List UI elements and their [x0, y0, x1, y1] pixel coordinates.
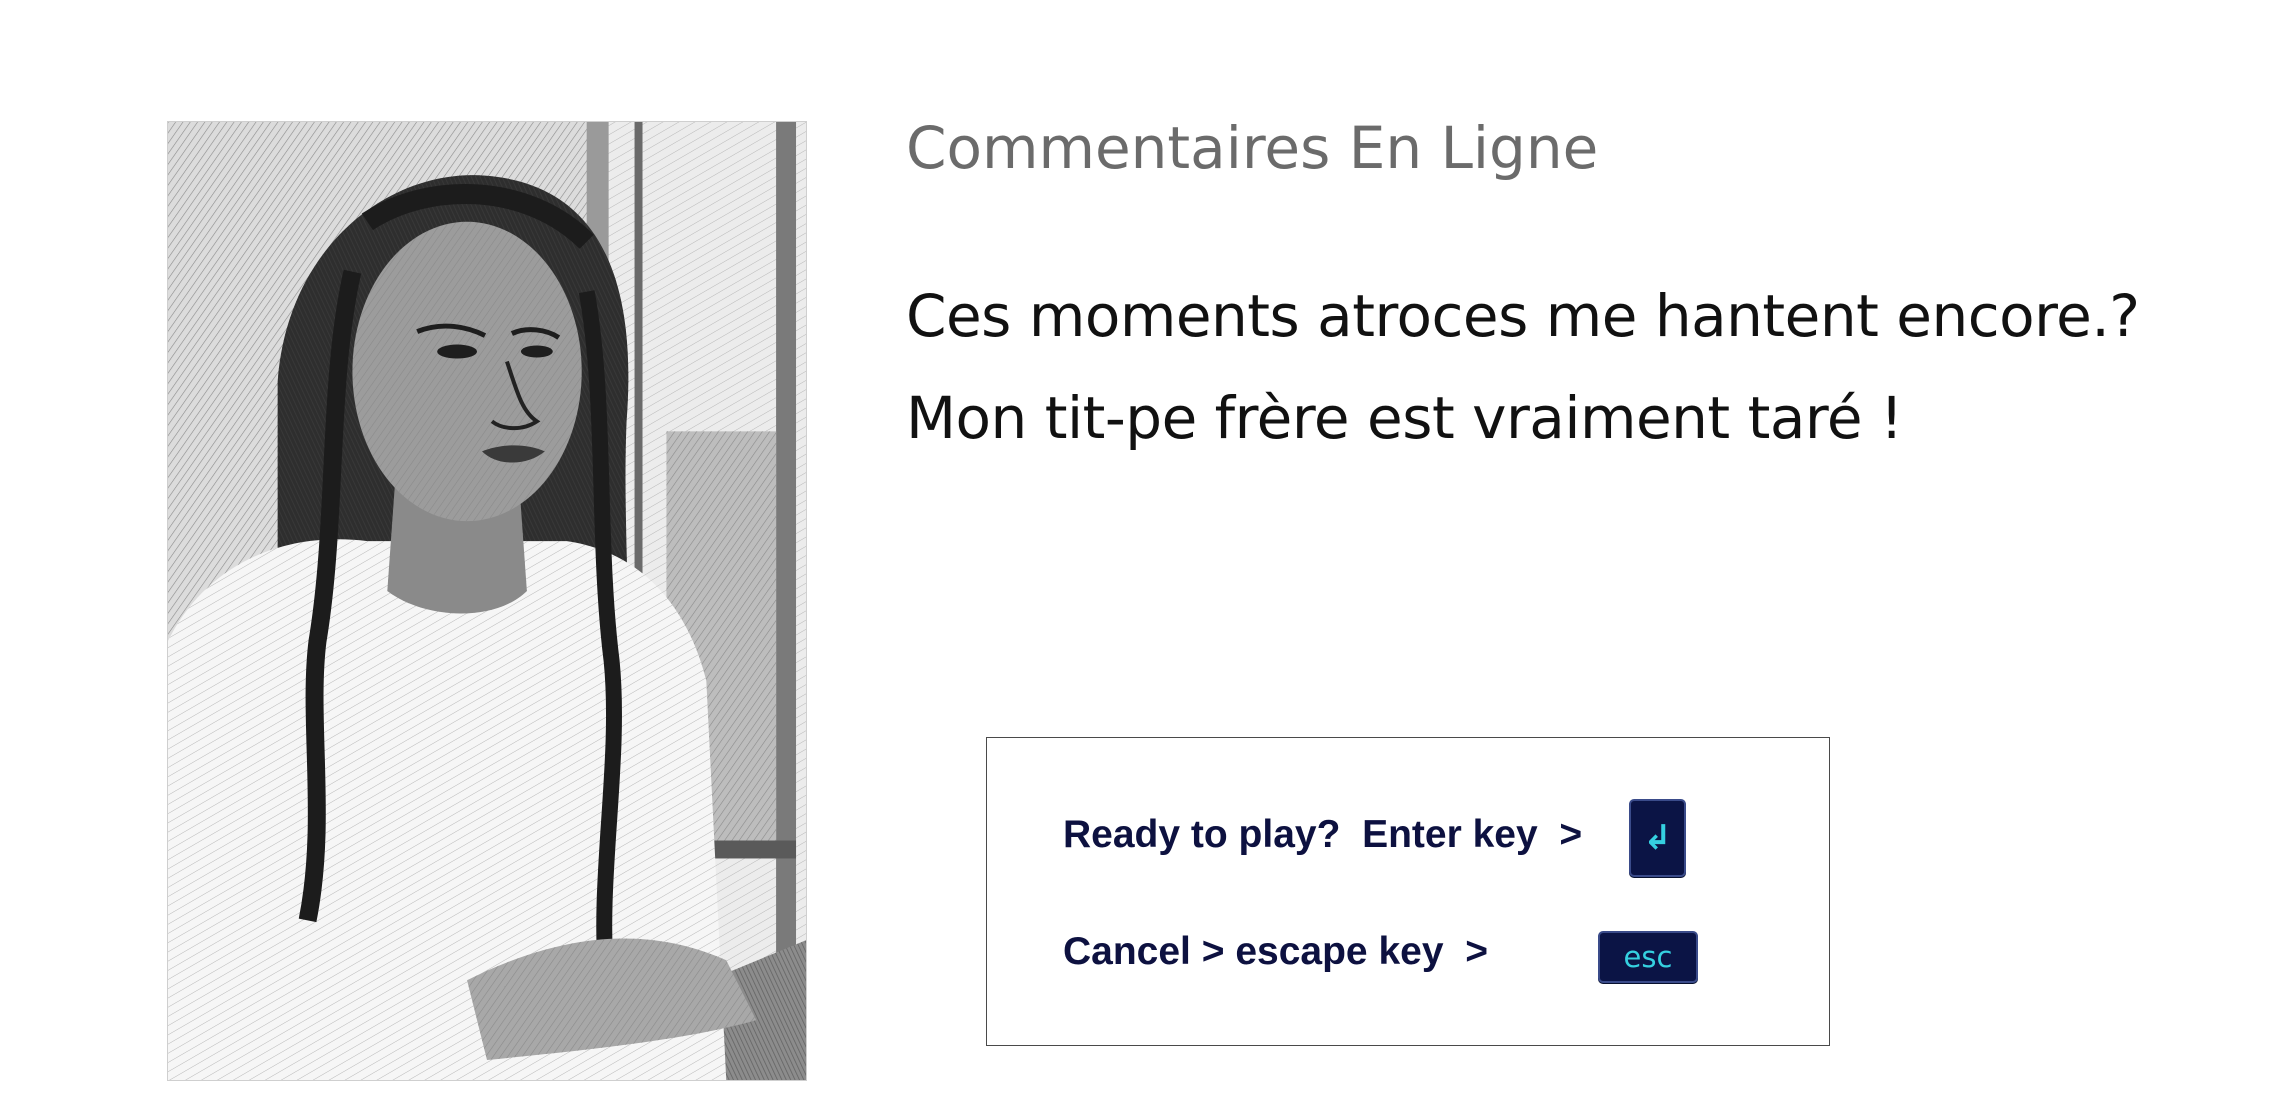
cancel-label: Cancel > escape key > [1063, 930, 1488, 973]
phrase-line-2: Mon tit-pe frère est vraiment taré ! [906, 384, 1903, 452]
ready-to-play-label: Ready to play? Enter key > [1063, 813, 1583, 856]
play-prompt-box: Ready to play? Enter key > ↲ Cancel > es… [986, 737, 1830, 1046]
phrase-line-1: Ces moments atroces me hantent encore.? [906, 282, 2140, 350]
portrait-sketch-icon [168, 122, 806, 1080]
esc-key-icon[interactable]: esc [1598, 931, 1698, 983]
section-title: Commentaires En Ligne [906, 114, 1599, 182]
enter-key-icon[interactable]: ↲ [1629, 799, 1686, 877]
portrait-illustration [167, 121, 807, 1081]
